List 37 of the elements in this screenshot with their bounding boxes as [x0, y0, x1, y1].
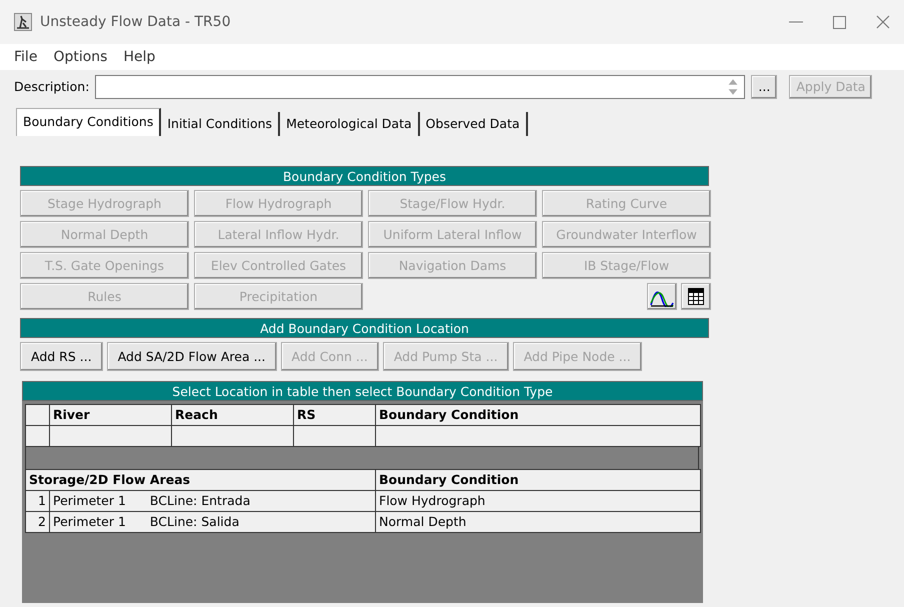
column-header: Boundary Condition	[376, 470, 700, 490]
add-location-button[interactable]: Add RS ...	[20, 342, 103, 371]
bc-line-name: BCLine: Salida	[150, 514, 240, 529]
description-field[interactable]	[95, 75, 746, 99]
tab[interactable]: Meteorological Data	[280, 112, 420, 136]
section-header: Select Location in table then select Boundary Condition Type	[22, 381, 703, 401]
tab[interactable]: Initial Conditions	[161, 112, 280, 136]
row-number: 2	[26, 512, 50, 532]
column-header: RS	[294, 404, 376, 426]
table-cell[interactable]: Normal Depth	[376, 512, 700, 532]
column-header: Storage/2D Flow Areas	[26, 470, 376, 490]
column-header: Reach	[172, 404, 294, 426]
minimize-icon[interactable]	[789, 21, 803, 23]
menu-item[interactable]: File	[14, 46, 38, 68]
row-number: 1	[26, 490, 50, 512]
section-header: Boundary Condition Types	[20, 166, 709, 186]
app-icon	[14, 13, 32, 31]
area-name: Perimeter 1	[53, 514, 126, 529]
area-name: Perimeter 1	[53, 492, 126, 508]
field-label: Description:	[14, 78, 90, 96]
table-cell[interactable]: Flow Hydrograph	[376, 490, 700, 512]
window-title: Unsteady Flow Data - TR50	[40, 12, 231, 32]
close-icon[interactable]	[876, 15, 890, 29]
column-header: Boundary Condition	[376, 404, 700, 426]
tab[interactable]: Boundary Conditions	[16, 108, 162, 136]
plot-button[interactable]	[647, 283, 677, 310]
add-location-button[interactable]: Add SA/2D Flow Area ...	[106, 342, 277, 371]
tab[interactable]: Observed Data	[420, 112, 528, 136]
table-icon	[688, 288, 704, 305]
menu-item[interactable]: Options	[53, 46, 108, 68]
browse-button[interactable]: ...	[751, 75, 778, 99]
bc-line-name: BCLine: Entrada	[150, 492, 250, 508]
maximize-icon[interactable]	[833, 16, 846, 28]
section-header: Add Boundary Condition Location	[20, 318, 709, 338]
column-header: River	[50, 404, 172, 426]
menu-item[interactable]: Help	[123, 46, 156, 68]
table-button[interactable]	[681, 283, 711, 310]
